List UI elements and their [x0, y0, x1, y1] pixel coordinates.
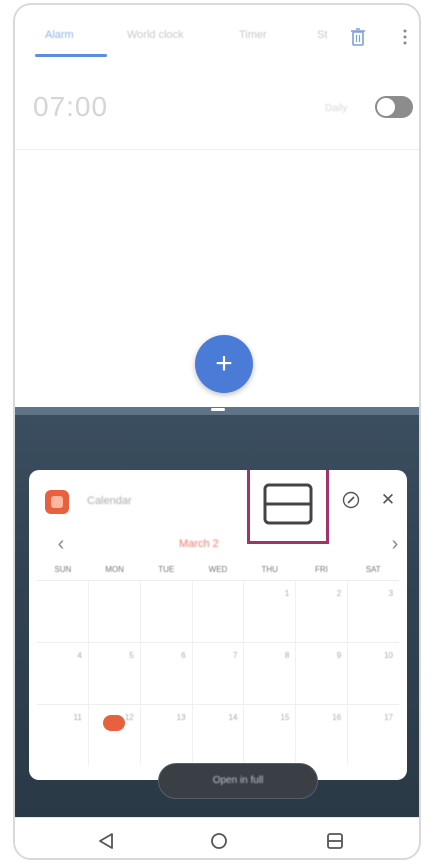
calendar-day-cell[interactable]: 1 — [244, 581, 297, 642]
tab-stopwatch[interactable]: St — [317, 29, 327, 41]
open-full-button[interactable]: Open in full — [158, 763, 318, 799]
alarm-list-item[interactable]: 07:00 Daily — [15, 65, 419, 150]
calendar-day-cell[interactable]: 5 — [89, 643, 141, 704]
weekday-label: SUN — [54, 565, 72, 574]
calendar-day-cell[interactable]: 13 — [141, 705, 193, 766]
calendar-app-icon — [45, 490, 69, 514]
divider-handle[interactable] — [211, 408, 225, 411]
weekday-label: SAT — [365, 565, 381, 574]
calendar-day-cell[interactable]: 10 — [348, 643, 399, 704]
weekday-label: THU — [261, 565, 278, 574]
calendar-day-cell[interactable]: 16 — [296, 705, 349, 766]
tab-world-clock[interactable]: World clock — [127, 29, 184, 41]
edit-icon[interactable] — [341, 488, 361, 512]
split-view-button[interactable] — [247, 470, 329, 544]
weekday-label: FRI — [315, 565, 328, 574]
weekday-label: WED — [208, 565, 228, 574]
weekday-label: MON — [105, 565, 124, 574]
calendar-day-cell[interactable] — [141, 581, 193, 642]
calendar-day-cell[interactable]: 3 — [348, 581, 399, 642]
weekday-header: SUN MON TUE WED THU FRI SAT — [37, 565, 399, 579]
calendar-day-cell[interactable]: 17 — [348, 705, 399, 766]
plus-icon: + — [215, 347, 233, 380]
clock-tab-bar: Alarm World clock Timer St — [15, 5, 419, 65]
calendar-week-row: 11 12 13 14 15 16 17 — [37, 704, 399, 766]
more-options-icon[interactable] — [395, 25, 415, 49]
alarm-repeat-label: Daily — [325, 103, 348, 114]
close-icon[interactable]: ✕ — [379, 488, 397, 512]
active-tab-indicator — [35, 54, 107, 57]
chevron-right-icon[interactable]: › — [385, 532, 405, 556]
calendar-day-cell[interactable]: 8 — [244, 643, 297, 704]
calendar-day-cell[interactable]: 11 — [37, 705, 89, 766]
split-screen-divider[interactable] — [15, 407, 419, 415]
calendar-day-cell[interactable]: 7 — [193, 643, 245, 704]
calendar-week-row: 1 2 3 — [37, 580, 399, 642]
calendar-month-title: March 2 — [179, 538, 219, 550]
today-indicator — [102, 715, 125, 731]
split-screen-icon — [263, 483, 313, 525]
popup-app-title: Calendar — [87, 495, 132, 507]
calendar-day-cell-today[interactable]: 12 — [89, 705, 141, 766]
alarm-toggle[interactable] — [375, 96, 413, 118]
calendar-day-cell[interactable]: 15 — [244, 705, 297, 766]
calendar-day-cell[interactable]: 14 — [193, 705, 245, 766]
calendar-day-cell[interactable] — [193, 581, 245, 642]
open-full-label: Open in full — [212, 775, 264, 786]
delete-icon[interactable] — [348, 25, 368, 49]
add-alarm-button[interactable]: + — [195, 335, 253, 393]
back-icon[interactable] — [93, 828, 119, 854]
system-navigation-bar — [15, 817, 419, 858]
split-screen-nav-icon[interactable] — [322, 828, 348, 854]
calendar-day-cell[interactable] — [37, 581, 89, 642]
toggle-knob — [377, 98, 395, 116]
tab-timer[interactable]: Timer — [239, 29, 267, 41]
calendar-week-row: 4 5 6 7 8 9 10 — [37, 642, 399, 704]
phone-screen: Alarm World clock Timer St 07:00 Daily +… — [13, 3, 421, 860]
calendar-popup-window: Calendar ✕ ‹ March 2 › SUN MON TUE WED T… — [29, 470, 407, 780]
calendar-day-cell[interactable]: 4 — [37, 643, 89, 704]
home-icon[interactable] — [206, 828, 232, 854]
alarm-time: 07:00 — [33, 91, 109, 122]
chevron-left-icon[interactable]: ‹ — [51, 532, 71, 556]
calendar-day-cell[interactable] — [89, 581, 141, 642]
calendar-day-cell[interactable]: 9 — [296, 643, 349, 704]
tab-alarm[interactable]: Alarm — [45, 29, 74, 41]
calendar-day-cell[interactable]: 6 — [141, 643, 193, 704]
calendar-day-cell[interactable]: 2 — [296, 581, 349, 642]
weekday-label: TUE — [158, 565, 175, 574]
